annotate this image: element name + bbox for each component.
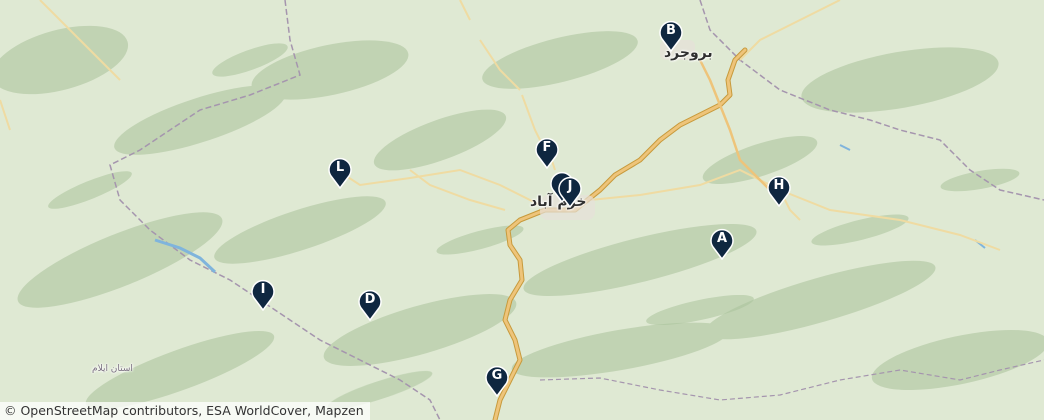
map-marker-g[interactable]: G: [484, 363, 510, 397]
map-view[interactable]: بروجرد خرم آباد استان ایلام A B D F G H …: [0, 0, 1044, 420]
marker-label: A: [716, 231, 728, 246]
map-marker-l[interactable]: L: [327, 155, 353, 189]
marker-label: I: [260, 282, 266, 297]
map-marker-d[interactable]: D: [357, 287, 383, 321]
map-marker-a[interactable]: A: [709, 226, 735, 260]
marker-label: J: [567, 179, 573, 194]
marker-label: G: [491, 368, 503, 383]
map-marker-f[interactable]: F: [534, 135, 560, 169]
province-label-ilam: استان ایلام: [92, 364, 133, 374]
map-marker-i[interactable]: I: [250, 277, 276, 311]
map-marker-b[interactable]: B: [658, 18, 684, 52]
map-marker-h[interactable]: H: [766, 173, 792, 207]
marker-label: D: [364, 292, 376, 307]
marker-label: L: [335, 160, 345, 175]
map-base-layer: [0, 0, 1044, 420]
map-marker-j[interactable]: J: [557, 174, 583, 208]
map-attribution: © OpenStreetMap contributors, ESA WorldC…: [0, 402, 370, 420]
marker-label: B: [666, 23, 676, 38]
marker-label: F: [542, 140, 552, 155]
marker-label: H: [773, 178, 785, 193]
